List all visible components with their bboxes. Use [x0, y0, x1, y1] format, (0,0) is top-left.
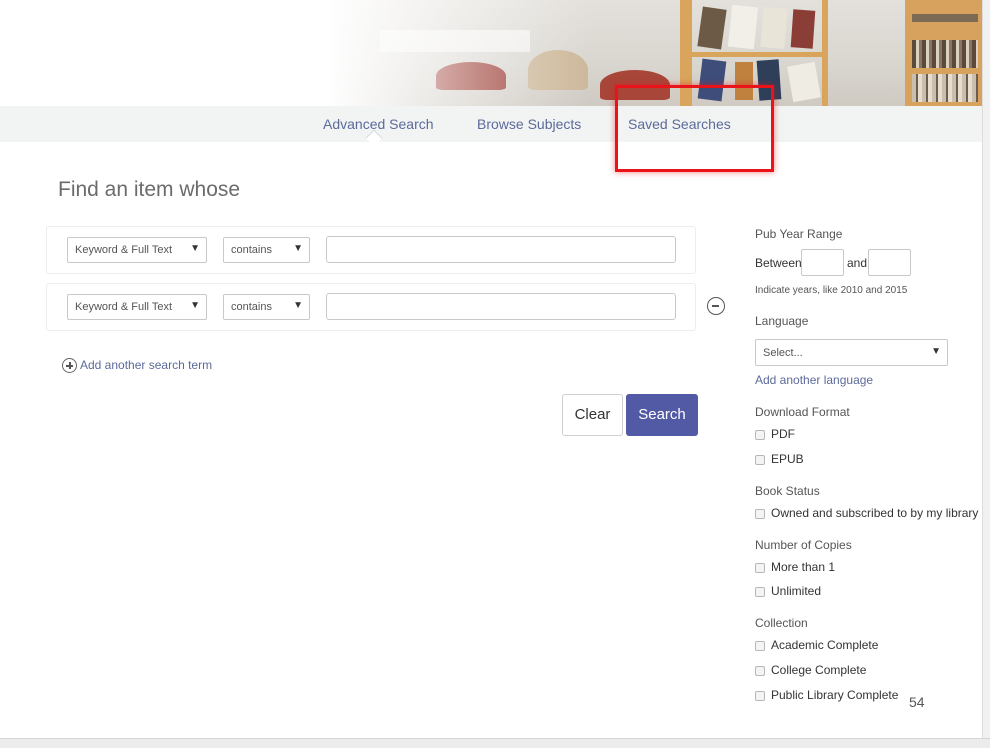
search-term-input[interactable] [326, 293, 676, 320]
collection-label: Collection [755, 616, 808, 630]
checkbox-box[interactable] [755, 691, 765, 701]
checkbox-box[interactable] [755, 641, 765, 651]
dropdown-arrow-icon: ▼ [931, 346, 941, 357]
hero-fade-overlay [0, 0, 982, 106]
dropdown-arrow-icon: ▼ [190, 300, 200, 311]
pub-year-from-input[interactable] [801, 249, 844, 276]
page-title: Find an item whose [58, 178, 241, 201]
operator-select[interactable]: contains ▼ [223, 294, 310, 320]
remove-row-minus-icon[interactable] [707, 297, 725, 315]
search-row: Keyword & Full Text ▼ contains ▼ [46, 283, 696, 331]
clear-button[interactable]: Clear [562, 394, 623, 436]
checkbox-box[interactable] [755, 587, 765, 597]
field-select-value: Keyword & Full Text [75, 244, 173, 256]
checkbox-label: More than 1 [771, 560, 836, 574]
nav-bar: Advanced Search Browse Subjects Saved Se… [0, 106, 982, 142]
hero-banner [0, 0, 982, 106]
pub-year-range-label: Pub Year Range [755, 227, 843, 241]
page-number: 54 [909, 694, 925, 710]
add-language-link[interactable]: Add another language [755, 373, 873, 387]
search-button[interactable]: Search [626, 394, 698, 436]
tab-saved-searches[interactable]: Saved Searches [628, 116, 731, 132]
checkbox-box[interactable] [755, 666, 765, 676]
field-select-value: Keyword & Full Text [75, 301, 173, 313]
number-of-copies-label: Number of Copies [755, 538, 852, 552]
between-label: Between [755, 256, 802, 270]
checkbox-box[interactable] [755, 509, 765, 519]
field-select[interactable]: Keyword & Full Text ▼ [67, 294, 207, 320]
dropdown-arrow-icon: ▼ [293, 243, 303, 254]
add-search-term-label: Add another search term [80, 358, 213, 372]
window-bottom-edge [0, 738, 990, 748]
plus-circle-icon [62, 358, 77, 373]
checkbox-label: Owned and subscribed to by my library [771, 506, 979, 520]
search-row: Keyword & Full Text ▼ contains ▼ [46, 226, 696, 274]
checkbox-label: Public Library Complete [771, 688, 899, 702]
pub-year-hint: Indicate years, like 2010 and 2015 [755, 285, 908, 296]
checkbox-label: College Complete [771, 663, 867, 677]
field-select[interactable]: Keyword & Full Text ▼ [67, 237, 207, 263]
checkbox-label: PDF [771, 427, 795, 441]
checkbox-box[interactable] [755, 563, 765, 573]
checkbox-label: EPUB [771, 452, 804, 466]
checkbox-label: Unlimited [771, 584, 822, 598]
checkbox-label: Academic Complete [771, 638, 879, 652]
operator-select[interactable]: contains ▼ [223, 237, 310, 263]
operator-select-value: contains [231, 301, 272, 313]
search-term-input[interactable] [326, 236, 676, 263]
tab-browse-subjects[interactable]: Browse Subjects [477, 116, 581, 132]
window-right-edge [982, 0, 990, 738]
book-status-label: Book Status [755, 484, 820, 498]
checkbox-box[interactable] [755, 430, 765, 440]
operator-select-value: contains [231, 244, 272, 256]
language-label: Language [755, 314, 809, 328]
language-select[interactable]: Select... ▼ [755, 339, 948, 366]
dropdown-arrow-icon: ▼ [293, 300, 303, 311]
language-select-value: Select... [763, 347, 803, 359]
dropdown-arrow-icon: ▼ [190, 243, 200, 254]
tab-advanced-search[interactable]: Advanced Search [323, 116, 434, 132]
checkbox-box[interactable] [755, 455, 765, 465]
download-format-label: Download Format [755, 405, 850, 419]
pub-year-to-input[interactable] [868, 249, 911, 276]
and-label: and [847, 256, 868, 270]
